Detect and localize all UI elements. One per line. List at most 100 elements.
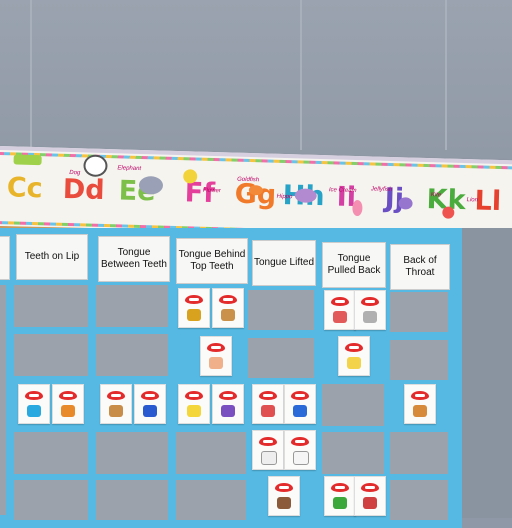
sound-card [284, 384, 316, 424]
sound-card [52, 384, 84, 424]
column-header-tongue-between-teeth: Tongue Between Teeth [98, 236, 170, 282]
sound-card [338, 336, 370, 376]
crayon-picture [13, 154, 42, 166]
pocket-cell [390, 480, 448, 520]
sound-card [284, 430, 316, 470]
kite-picture [442, 206, 455, 219]
sound-card [200, 336, 232, 376]
pocket-cell [322, 384, 384, 426]
pocket-cell [96, 480, 168, 520]
pocket-cell [322, 432, 384, 474]
object-picture [109, 405, 123, 417]
lips-icon [185, 391, 203, 400]
sound-card [178, 384, 210, 424]
pocket-cell [176, 432, 246, 474]
lips-icon [361, 297, 379, 306]
wall-seam [30, 0, 32, 150]
banner-word: Elephant [117, 165, 142, 173]
object-picture [413, 405, 427, 417]
object-picture [363, 311, 377, 323]
object-picture [261, 451, 277, 465]
sound-card [134, 384, 166, 424]
banner-word: Kite [430, 192, 442, 199]
object-picture [293, 451, 309, 465]
partial-column-card [0, 236, 10, 280]
wall-seam [445, 0, 447, 150]
pocket-cell [0, 285, 6, 515]
object-picture [209, 357, 223, 369]
object-picture [363, 497, 377, 509]
lips-icon [207, 343, 225, 352]
column-header-tongue-pulled-back: Tongue Pulled Back [322, 242, 386, 288]
sound-card [18, 384, 50, 424]
pocket-cell [14, 285, 88, 327]
wall-right-section [462, 228, 512, 518]
object-picture [221, 405, 235, 417]
pocket-cell [14, 334, 88, 376]
banner-word: Dog [69, 170, 81, 177]
sound-card [178, 288, 210, 328]
lips-icon [219, 391, 237, 400]
sound-card [100, 384, 132, 424]
lips-icon [259, 391, 277, 400]
object-picture [347, 357, 361, 369]
sound-card [404, 384, 436, 424]
banner-word: Goldfish [237, 176, 260, 184]
elephant-picture [138, 175, 164, 195]
wall-seam [300, 0, 302, 150]
column-header-tongue-lifted: Tongue Lifted [252, 240, 316, 286]
lips-icon [59, 391, 77, 400]
banner-word: Flower [202, 187, 221, 195]
object-picture [61, 405, 75, 417]
lips-icon [331, 483, 349, 492]
pocket-cell [176, 480, 246, 520]
lips-icon [219, 295, 237, 304]
sound-card [324, 476, 356, 516]
lips-icon [291, 437, 309, 446]
object-picture [27, 405, 41, 417]
pocket-cell [14, 432, 88, 474]
ice-cream-picture [352, 199, 363, 217]
banner-letter: Ll [474, 185, 502, 218]
object-picture [187, 405, 201, 417]
sound-card [252, 430, 284, 470]
sound-card [212, 384, 244, 424]
lips-icon [331, 297, 349, 306]
banner-letter: Dd [62, 173, 105, 206]
jellyfish-picture [398, 197, 413, 210]
sound-card [252, 384, 284, 424]
column-header-tongue-behind-top-teeth: Tongue Behind Top Teeth [176, 238, 248, 284]
column-header-teeth-on-lip: Teeth on Lip [16, 234, 88, 280]
object-picture [143, 405, 157, 417]
pocket-cell [96, 334, 168, 376]
sound-card [324, 290, 356, 330]
object-picture [333, 311, 347, 323]
banner-word: Jellyfish [370, 186, 393, 194]
object-picture [187, 309, 201, 321]
pocket-cell [14, 480, 88, 520]
lips-icon [185, 295, 203, 304]
sound-card [212, 288, 244, 328]
pocket-cell [96, 285, 168, 327]
pocket-cell [390, 340, 448, 380]
pocket-cell [390, 292, 448, 332]
sound-card [268, 476, 300, 516]
lips-icon [107, 391, 125, 400]
pocket-cell [390, 432, 448, 474]
object-picture [221, 309, 235, 321]
lips-icon [25, 391, 43, 400]
lips-icon [345, 343, 363, 352]
dog-picture [83, 154, 108, 178]
sound-card [354, 290, 386, 330]
banner-word: Lion [466, 197, 479, 204]
lips-icon [361, 483, 379, 492]
sound-card [354, 476, 386, 516]
banner-word: Ice Cream [328, 187, 357, 195]
pocket-cell [248, 338, 314, 378]
lips-icon [259, 437, 277, 446]
column-header-back-of-throat: Back of Throat [390, 244, 450, 290]
banner-word: Hippo [276, 193, 293, 201]
pocket-cell [96, 432, 168, 474]
pocket-cell [248, 290, 314, 330]
object-picture [333, 497, 347, 509]
